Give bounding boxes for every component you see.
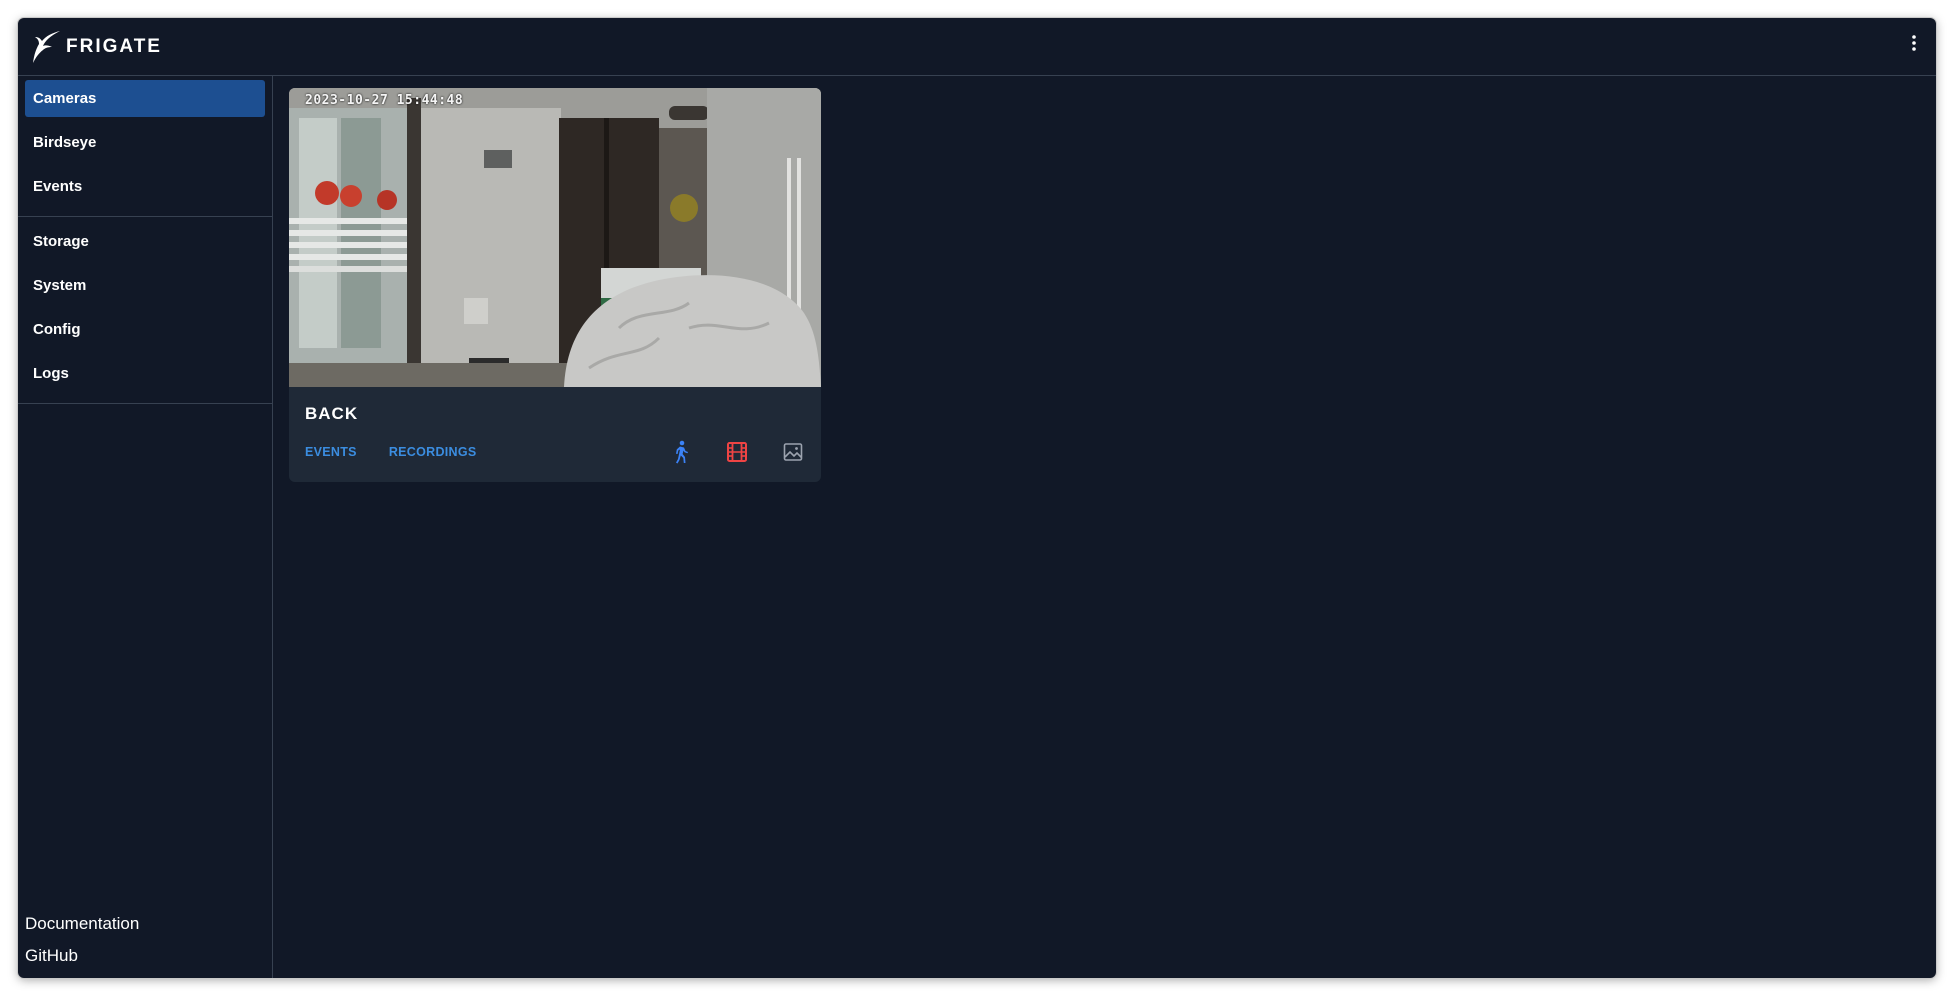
app-window: FRIGATE Cameras Birdseye Events Storage … [18,18,1936,978]
sidebar: Cameras Birdseye Events Storage System C… [18,76,273,978]
kebab-menu-icon[interactable] [1904,32,1924,56]
sidebar-item-events[interactable]: Events [25,168,265,205]
sidebar-item-storage[interactable]: Storage [25,223,265,260]
brand[interactable]: FRIGATE [30,29,162,65]
sidebar-item-config[interactable]: Config [25,311,265,348]
camera-snapshot-image[interactable]: 2023-10-27 15:44:48 [289,88,821,387]
sidebar-item-system[interactable]: System [25,267,265,304]
github-link[interactable]: GitHub [25,940,139,972]
brand-name: FRIGATE [66,35,162,57]
sidebar-primary-group: Cameras Birdseye Events [18,76,272,217]
camera-scene [289,88,821,387]
documentation-link[interactable]: Documentation [25,908,139,940]
camera-toggles [637,440,805,464]
camera-name[interactable]: BACK [305,404,358,424]
frigate-bird-icon [33,30,60,63]
sidebar-item-logs[interactable]: Logs [25,355,265,392]
sidebar-secondary-group: Storage System Config Logs [18,217,272,404]
sidebar-item-cameras[interactable]: Cameras [25,80,265,117]
camera-links: EVENTS RECORDINGS [305,445,509,459]
sidebar-footer: Documentation GitHub [25,908,139,972]
camera-events-link[interactable]: EVENTS [305,445,357,459]
image-icon[interactable] [781,440,805,464]
sidebar-item-birdseye[interactable]: Birdseye [25,124,265,161]
app-header: FRIGATE [18,18,1936,76]
camera-card: 2023-10-27 15:44:48 BACK EVENTS RECORDIN… [289,88,821,482]
film-icon[interactable] [725,440,749,464]
person-walking-icon[interactable] [669,440,693,464]
camera-recordings-link[interactable]: RECORDINGS [389,445,477,459]
camera-timestamp: 2023-10-27 15:44:48 [305,93,464,108]
